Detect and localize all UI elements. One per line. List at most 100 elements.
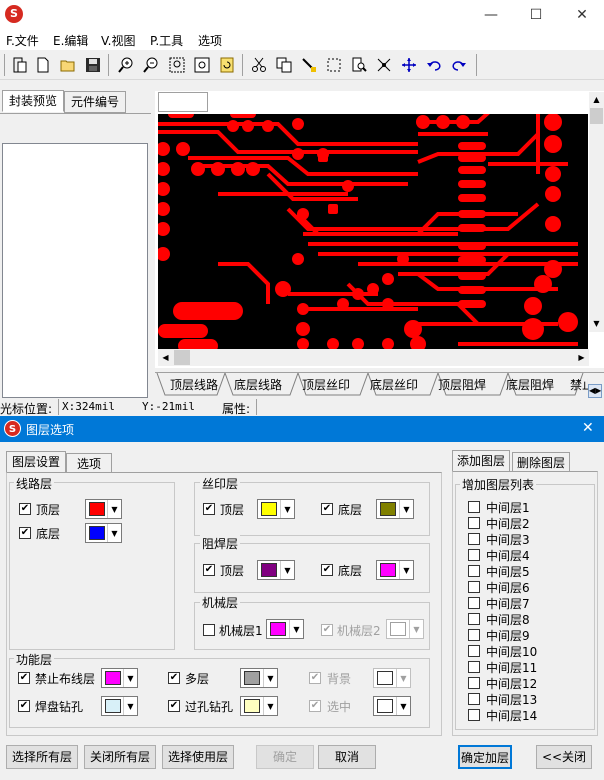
tab-bottom-mask[interactable]: 底层阻焊	[498, 374, 562, 396]
menu-options[interactable]: 选项	[198, 32, 222, 49]
mid-layer-item[interactable]: 中间层9	[468, 627, 588, 643]
mid-layer-checkbox[interactable]	[468, 581, 480, 593]
tab-keepout[interactable]: 禁止布	[564, 374, 588, 396]
confirm-add-layer-button[interactable]: 确定加层	[458, 745, 512, 769]
tab-options[interactable]: 选项	[66, 453, 112, 473]
mech1-checkbox[interactable]	[203, 624, 215, 636]
mid-layer-checkbox[interactable]	[468, 693, 480, 705]
mid-layer-checkbox[interactable]	[468, 613, 480, 625]
menu-view[interactable]: V.视图	[101, 32, 135, 49]
canvas-horizontal-scrollbar[interactable]: ◀ ▶	[158, 349, 589, 366]
mid-layer-checkbox[interactable]	[468, 501, 480, 513]
mid-layer-checkbox[interactable]	[468, 597, 480, 609]
select-rect-icon[interactable]	[323, 54, 345, 76]
mask-bottom-checkbox[interactable]: ✔	[321, 564, 333, 576]
refresh-icon[interactable]	[216, 54, 238, 76]
pcb-canvas[interactable]	[158, 114, 588, 349]
mask-top-checkbox[interactable]: ✔	[203, 564, 215, 576]
scroll-right-icon[interactable]: ▶	[574, 349, 589, 366]
mid-layer-item[interactable]: 中间层11	[468, 659, 588, 675]
via-drill-checkbox[interactable]: ✔	[168, 700, 180, 712]
scroll-down-icon[interactable]: ▼	[589, 316, 604, 331]
mid-layer-item[interactable]: 中间层8	[468, 611, 588, 627]
mid-layer-checkbox[interactable]	[468, 629, 480, 641]
selected-color-picker[interactable]: ▼	[373, 696, 411, 716]
menu-file[interactable]: F.文件	[6, 32, 39, 49]
silk-bottom-color-picker[interactable]: ▼	[376, 499, 414, 519]
zoom-in-icon[interactable]	[115, 54, 137, 76]
close-window-button[interactable]: ✕	[567, 4, 597, 26]
tab-package-preview[interactable]: 封装预览	[2, 90, 64, 112]
tab-delete-layer[interactable]: 删除图层	[512, 452, 570, 472]
canvas-vertical-scrollbar[interactable]: ▲ ▼	[589, 92, 604, 332]
background-color-picker[interactable]: ▼	[373, 668, 411, 688]
multilayer-color-picker[interactable]: ▼	[240, 668, 278, 688]
circuit-top-color-picker[interactable]: ▼	[85, 499, 122, 519]
circuit-top-checkbox[interactable]: ✔	[19, 503, 31, 515]
ok-button[interactable]: 确定	[256, 745, 314, 769]
silk-top-color-picker[interactable]: ▼	[257, 499, 295, 519]
copy-icon[interactable]	[273, 54, 295, 76]
mid-layer-item[interactable]: 中间层10	[468, 643, 588, 659]
tab-layer-settings[interactable]: 图层设置	[6, 451, 66, 473]
mid-layer-checkbox[interactable]	[468, 677, 480, 689]
scroll-left-icon[interactable]: ◀	[158, 349, 173, 366]
zoom-out-icon[interactable]	[140, 54, 162, 76]
mid-layer-checkbox[interactable]	[468, 661, 480, 673]
hscroll-thumb[interactable]	[174, 350, 190, 365]
route-icon[interactable]	[373, 54, 395, 76]
mid-layer-item[interactable]: 中间层3	[468, 531, 588, 547]
mid-layer-item[interactable]: 中间层1	[468, 499, 588, 515]
selected-checkbox[interactable]: ✔	[309, 700, 321, 712]
close-all-layers-button[interactable]: 关闭所有层	[84, 745, 156, 769]
mid-layer-checkbox[interactable]	[468, 517, 480, 529]
tab-scroll-icon[interactable]: ◀▶	[588, 384, 602, 398]
mid-layer-item[interactable]: 中间层2	[468, 515, 588, 531]
tab-bottom-circuit[interactable]: 底层线路	[226, 374, 290, 396]
draw-line-icon[interactable]	[298, 54, 320, 76]
select-used-layers-button[interactable]: 选择使用层	[162, 745, 234, 769]
circuit-bottom-checkbox[interactable]: ✔	[19, 527, 31, 539]
pad-drill-checkbox[interactable]: ✔	[18, 700, 30, 712]
find-icon[interactable]	[348, 54, 370, 76]
dialog-close-icon[interactable]: ✕	[582, 420, 594, 436]
vscroll-thumb[interactable]	[590, 108, 603, 124]
mech2-color-picker[interactable]: ▼	[386, 619, 424, 639]
tab-bottom-silk[interactable]: 底层丝印	[362, 374, 426, 396]
mid-layer-item[interactable]: 中间层5	[468, 563, 588, 579]
mech1-color-picker[interactable]: ▼	[266, 619, 304, 639]
tab-component-number[interactable]: 元件编号	[64, 91, 126, 113]
mask-bottom-color-picker[interactable]: ▼	[376, 560, 414, 580]
keepout-checkbox[interactable]: ✔	[18, 672, 30, 684]
cancel-button[interactable]: 取消	[318, 745, 376, 769]
mid-layer-item[interactable]: 中间层6	[468, 579, 588, 595]
cut-icon[interactable]	[248, 54, 270, 76]
move-icon[interactable]	[398, 54, 420, 76]
tab-top-mask[interactable]: 顶层阻焊	[430, 374, 494, 396]
tab-add-layer[interactable]: 添加图层	[452, 450, 510, 472]
mid-layer-item[interactable]: 中间层12	[468, 675, 588, 691]
keepout-color-picker[interactable]: ▼	[101, 668, 138, 688]
tab-top-circuit[interactable]: 顶层线路	[162, 374, 226, 396]
pad-drill-color-picker[interactable]: ▼	[101, 696, 138, 716]
zoom-fit-icon[interactable]	[191, 54, 213, 76]
menu-tools[interactable]: P.工具	[150, 32, 183, 49]
tab-top-silk[interactable]: 顶层丝印	[294, 374, 358, 396]
undo-icon[interactable]	[423, 54, 445, 76]
scroll-up-icon[interactable]: ▲	[589, 92, 604, 107]
save-icon[interactable]	[82, 54, 104, 76]
mid-layer-checkbox[interactable]	[468, 533, 480, 545]
close-panel-button[interactable]: <<关闭	[536, 745, 592, 769]
mid-layer-checkbox[interactable]	[468, 565, 480, 577]
maximize-button[interactable]: ☐	[521, 4, 551, 26]
via-drill-color-picker[interactable]: ▼	[240, 696, 278, 716]
minimize-button[interactable]: —	[476, 4, 506, 26]
mid-layer-item[interactable]: 中间层4	[468, 547, 588, 563]
silk-top-checkbox[interactable]: ✔	[203, 503, 215, 515]
mid-layer-checkbox[interactable]	[468, 645, 480, 657]
open-folder-icon[interactable]	[57, 54, 79, 76]
circuit-bottom-color-picker[interactable]: ▼	[85, 523, 122, 543]
redo-icon[interactable]	[448, 54, 470, 76]
component-library-icon[interactable]	[9, 54, 31, 76]
multilayer-checkbox[interactable]: ✔	[168, 672, 180, 684]
